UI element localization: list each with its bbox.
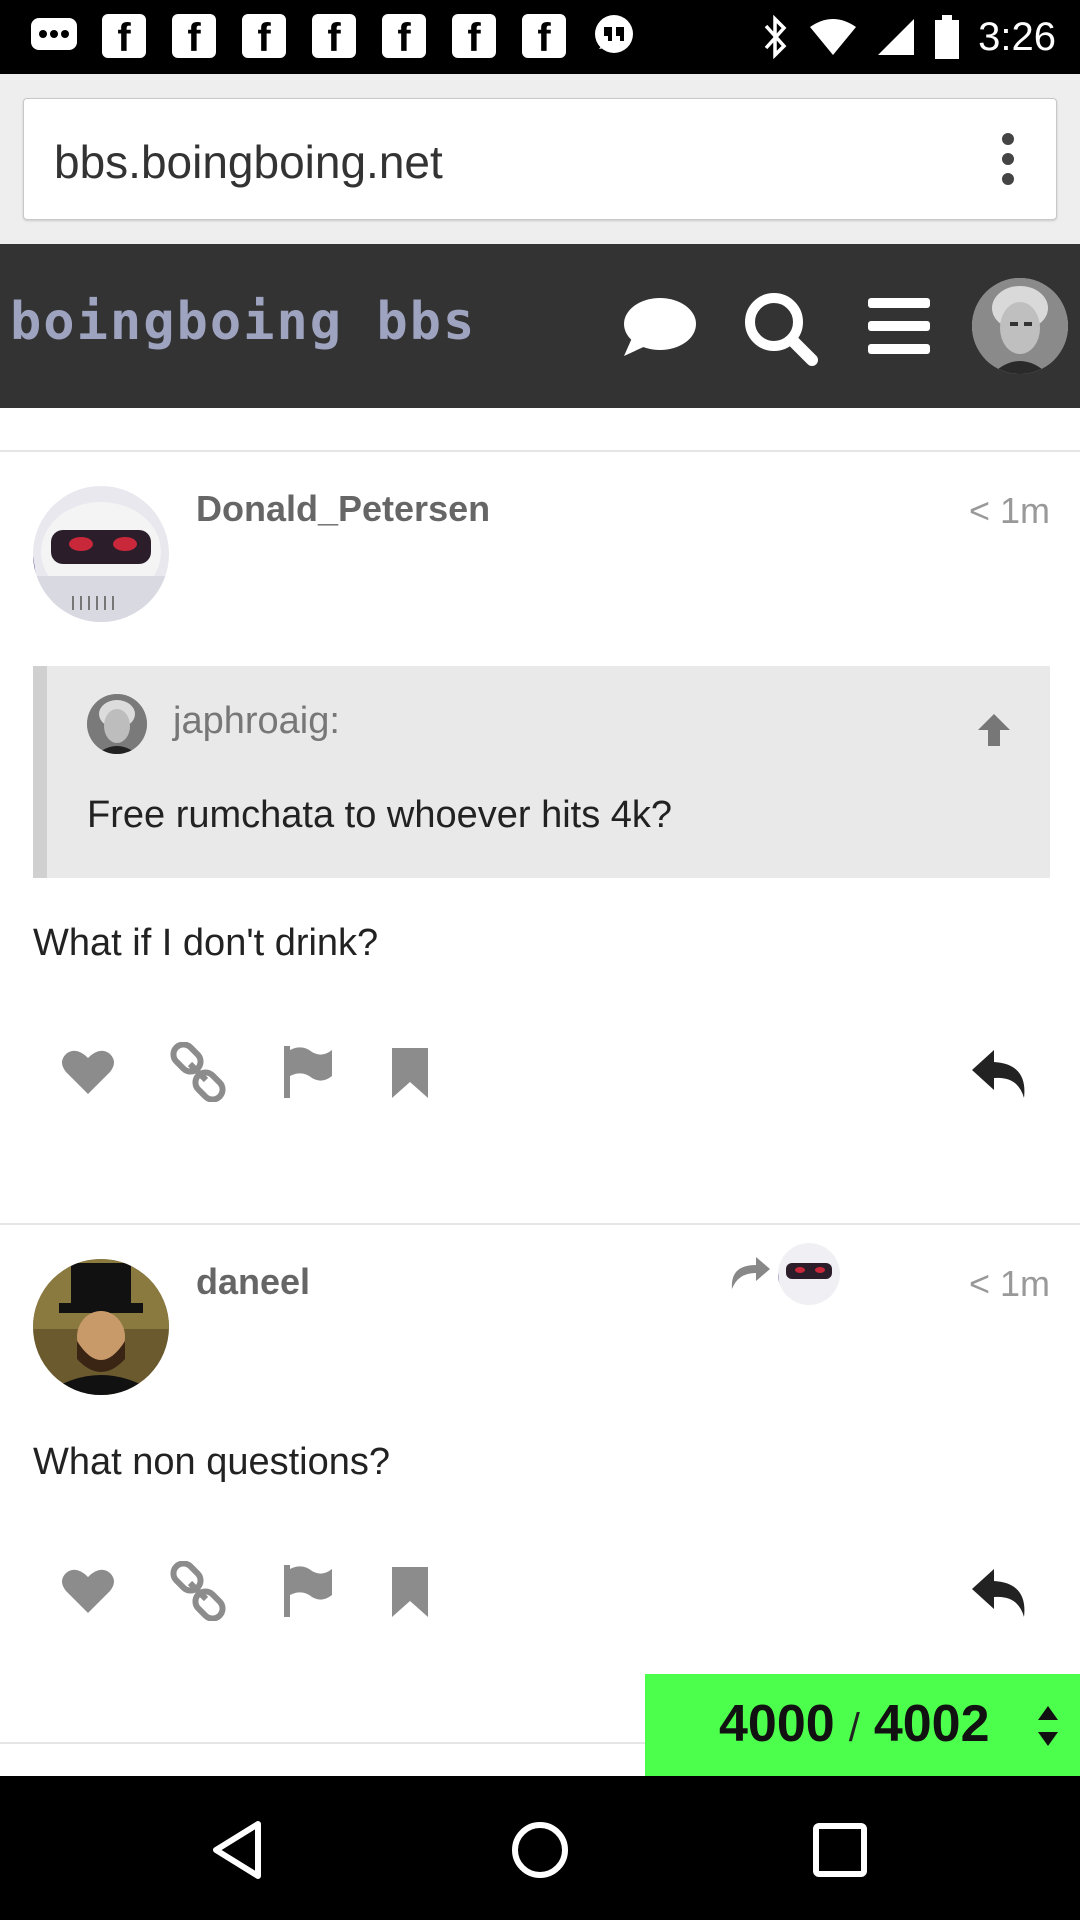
progress-total: 4002 bbox=[873, 1695, 990, 1753]
facebook-icon: f bbox=[516, 10, 572, 62]
back-icon[interactable] bbox=[208, 1818, 272, 1882]
post-time[interactable]: < 1m bbox=[969, 1263, 1050, 1305]
quote-block: japhroaig: Free rumchata to whoever hits… bbox=[33, 666, 1050, 878]
site-logo[interactable]: boingboing bbs bbox=[10, 292, 476, 352]
home-icon[interactable] bbox=[508, 1818, 572, 1882]
bluetooth-icon bbox=[764, 14, 787, 60]
bookmark-icon[interactable] bbox=[380, 1561, 440, 1621]
flag-icon[interactable] bbox=[278, 1561, 338, 1621]
clock: 3:26 bbox=[978, 14, 1056, 59]
post-time[interactable]: < 1m bbox=[969, 490, 1050, 532]
post-divider bbox=[0, 1223, 1080, 1225]
facebook-icon: f bbox=[166, 10, 222, 62]
reply-icon[interactable] bbox=[970, 1561, 1030, 1621]
url-bar[interactable]: bbs.boingboing.net bbox=[23, 98, 1057, 220]
chat-icon bbox=[26, 10, 82, 62]
heart-icon[interactable] bbox=[58, 1561, 118, 1621]
reply-to-avatar[interactable] bbox=[778, 1243, 840, 1305]
cell-signal-icon bbox=[878, 19, 915, 55]
battery-icon bbox=[935, 15, 960, 59]
search-icon[interactable] bbox=[742, 290, 818, 366]
progress-separator: / bbox=[848, 1706, 860, 1750]
chat-bubble-icon[interactable] bbox=[620, 290, 696, 366]
progress-text: 4000 / 4002 bbox=[719, 1694, 990, 1754]
status-bar: f f f f f f f 3:26 bbox=[0, 0, 1080, 74]
facebook-icon: f bbox=[376, 10, 432, 62]
quote-avatar[interactable] bbox=[87, 694, 147, 754]
quote-username[interactable]: japhroaig: bbox=[173, 700, 340, 743]
facebook-icon: f bbox=[446, 10, 502, 62]
progress-current: 4000 bbox=[719, 1695, 835, 1753]
quote-notification-icon bbox=[586, 10, 642, 62]
avatar[interactable] bbox=[33, 486, 169, 622]
reply-icon[interactable] bbox=[970, 1042, 1030, 1102]
bookmark-icon[interactable] bbox=[380, 1042, 440, 1102]
reply-to-icon[interactable] bbox=[726, 1253, 772, 1293]
recents-icon[interactable] bbox=[808, 1818, 872, 1882]
site-header: boingboing bbs bbox=[0, 244, 1080, 408]
post-actions bbox=[0, 1042, 1080, 1112]
username[interactable]: Donald_Petersen bbox=[196, 488, 490, 530]
system-icons: 3:26 bbox=[760, 0, 1056, 74]
link-icon[interactable] bbox=[168, 1042, 228, 1102]
expand-arrows-icon[interactable] bbox=[1036, 1704, 1060, 1748]
post-body: What if I don't drink? bbox=[33, 922, 379, 964]
link-icon[interactable] bbox=[168, 1561, 228, 1621]
post-body: What non questions? bbox=[33, 1441, 391, 1483]
quote-text: Free rumchata to whoever hits 4k? bbox=[87, 794, 673, 836]
arrow-up-icon[interactable] bbox=[974, 710, 1014, 750]
wifi-icon bbox=[810, 19, 857, 55]
android-nav-bar bbox=[0, 1776, 1080, 1920]
browser-toolbar: bbs.boingboing.net bbox=[0, 74, 1080, 244]
url-text[interactable]: bbs.boingboing.net bbox=[54, 135, 443, 189]
facebook-icon: f bbox=[236, 10, 292, 62]
post-divider bbox=[0, 450, 1080, 452]
user-avatar[interactable] bbox=[972, 278, 1068, 374]
post-actions bbox=[0, 1561, 1080, 1631]
topic-progress[interactable]: 4000 / 4002 bbox=[645, 1674, 1080, 1776]
hamburger-menu-icon[interactable] bbox=[862, 290, 938, 366]
facebook-icon: f bbox=[96, 10, 152, 62]
flag-icon[interactable] bbox=[278, 1042, 338, 1102]
notification-icons: f f f f f f f bbox=[26, 10, 642, 62]
overflow-menu-icon[interactable] bbox=[1002, 133, 1016, 185]
avatar[interactable] bbox=[33, 1259, 169, 1395]
heart-icon[interactable] bbox=[58, 1042, 118, 1102]
username[interactable]: daneel bbox=[196, 1261, 310, 1303]
facebook-icon: f bbox=[306, 10, 362, 62]
